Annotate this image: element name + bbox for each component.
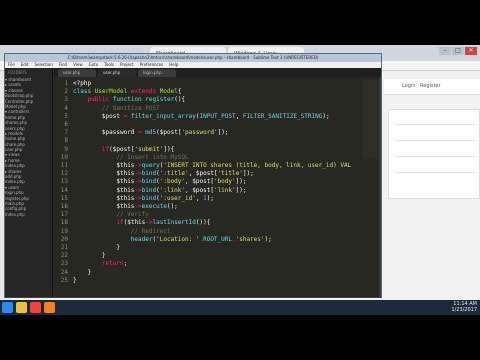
line-number: 10 bbox=[60, 153, 68, 161]
line-number: 6 bbox=[64, 121, 68, 128]
line-number: 12 bbox=[60, 170, 68, 178]
line-number: 8 bbox=[64, 137, 68, 145]
line-number: 22 bbox=[60, 252, 68, 260]
editor-sidebar: FOLDERS ▾ shareboard ▸ assets ▾ classes … bbox=[5, 68, 53, 297]
code-line: $post = filter_input_array(INPUT_POST, F… bbox=[101, 112, 330, 120]
minimize-button[interactable]: – bbox=[439, 47, 451, 55]
line-number: 14 bbox=[60, 186, 68, 194]
code-line: } bbox=[73, 244, 120, 251]
code-line: } bbox=[73, 252, 106, 260]
code-line: header('Location: '.ROOT_URL.'shares'); bbox=[130, 235, 272, 243]
code-line: // Redirect bbox=[73, 227, 171, 235]
login-link[interactable]: Login bbox=[402, 83, 416, 89]
line-number: 25 bbox=[60, 276, 68, 284]
code-line: return; bbox=[101, 260, 128, 268]
site-content-panel bbox=[388, 109, 480, 199]
line-number: 7 bbox=[64, 129, 68, 137]
code-line: if($post['submit']){ bbox=[101, 145, 175, 153]
code-line: $this->bind(':body', $post['body']); bbox=[116, 178, 247, 186]
start-button-icon[interactable] bbox=[2, 302, 13, 313]
code-line: <?php bbox=[73, 80, 92, 87]
panel-divider bbox=[395, 140, 475, 141]
clock-date: 1/23/2017 bbox=[451, 307, 477, 313]
line-number: 16 bbox=[60, 203, 68, 210]
sidebar-heading: FOLDERS bbox=[8, 70, 27, 75]
code-line: public function register(){ bbox=[87, 96, 186, 104]
file-tree: ▾ shareboard ▸ assets ▾ classes Bootstra… bbox=[5, 77, 52, 217]
code-line: // Verify bbox=[73, 211, 149, 219]
explorer-icon[interactable] bbox=[16, 302, 27, 313]
editor-tab[interactable]: user.php bbox=[58, 69, 96, 77]
line-number: 24 bbox=[60, 268, 68, 276]
taskbar: 11:14 AM 1/23/2017 bbox=[0, 300, 480, 315]
code-line: if($this->lastInsertId()){ bbox=[116, 219, 211, 227]
register-link[interactable]: Register bbox=[420, 83, 441, 89]
close-button[interactable]: ✕ bbox=[465, 47, 477, 55]
panel-divider bbox=[395, 124, 475, 125]
editor-tab-bar: user.php user.php login.php bbox=[54, 68, 381, 77]
status-bar bbox=[5, 297, 381, 298]
code-line: $this->bind(':title', $post['title']); bbox=[116, 170, 254, 178]
line-number: 21 bbox=[60, 244, 68, 251]
code-area[interactable]: 1 2 3 4 5 6 7 8 9 10 11 12 13 14 15 16 17 18 19 20 21 22 23 24 2… bbox=[54, 77, 381, 297]
sublime-editor-window: C:\Bitnami\wampstack-5.6.26-0\apache2\ht… bbox=[4, 53, 382, 298]
code-line: class UserModel extends Model{ bbox=[73, 88, 182, 96]
line-number: 17 bbox=[60, 211, 68, 219]
minimap[interactable] bbox=[363, 79, 379, 159]
code-line: // Insert into MySQL bbox=[73, 153, 189, 161]
editor-tab[interactable]: login.php bbox=[138, 69, 176, 77]
line-number: 9 bbox=[64, 145, 68, 153]
site-header: Login Register bbox=[384, 79, 480, 95]
code-line: $this->bind(':link', $post['link']); bbox=[116, 186, 247, 194]
line-number: 13 bbox=[60, 178, 68, 186]
line-number: 3 bbox=[64, 96, 68, 104]
file-tree-item[interactable]: index.php bbox=[5, 212, 52, 217]
chrome-icon[interactable] bbox=[30, 302, 41, 313]
line-number-gutter: 1 2 3 4 5 6 7 8 9 10 11 12 13 14 15 16 17 18 19 20 21 22 23 24 2… bbox=[54, 77, 70, 297]
code-line: $password = md5($post['password']); bbox=[101, 129, 229, 137]
scrollbar[interactable] bbox=[379, 77, 381, 297]
line-number: 4 bbox=[64, 104, 68, 112]
line-number: 1 bbox=[64, 80, 68, 87]
code-line: } bbox=[73, 268, 92, 276]
line-number: 18 bbox=[60, 219, 68, 227]
system-clock[interactable]: 11:14 AM 1/23/2017 bbox=[451, 301, 477, 313]
maximize-button[interactable]: □ bbox=[452, 47, 464, 55]
line-number: 20 bbox=[60, 235, 68, 243]
panel-divider bbox=[395, 172, 475, 173]
line-number: 5 bbox=[64, 112, 68, 120]
editor-title-bar: C:\Bitnami\wampstack-5.6.26-0\apache2\ht… bbox=[5, 54, 381, 62]
line-number: 11 bbox=[60, 162, 68, 169]
line-number: 2 bbox=[64, 88, 68, 96]
code-line: $this->execute(); bbox=[116, 203, 178, 210]
window-controls: – □ ✕ bbox=[439, 47, 477, 55]
panel-divider bbox=[395, 156, 475, 157]
line-number: 23 bbox=[60, 260, 68, 268]
sublime-icon[interactable] bbox=[44, 302, 55, 313]
editor-tab-active[interactable]: user.php bbox=[98, 69, 136, 77]
code-line: $this->bind(':user_id', 1); bbox=[116, 194, 214, 202]
code-line: // Sanitize POST bbox=[73, 104, 160, 112]
desktop-screen: Shareboard Windows & Linux... – □ ✕ Logi… bbox=[0, 45, 480, 315]
code-line: } bbox=[73, 276, 77, 284]
code-line: $this->query('INSERT INTO shares (title,… bbox=[116, 162, 352, 169]
line-number: 19 bbox=[60, 227, 68, 235]
line-number: 15 bbox=[60, 194, 68, 202]
